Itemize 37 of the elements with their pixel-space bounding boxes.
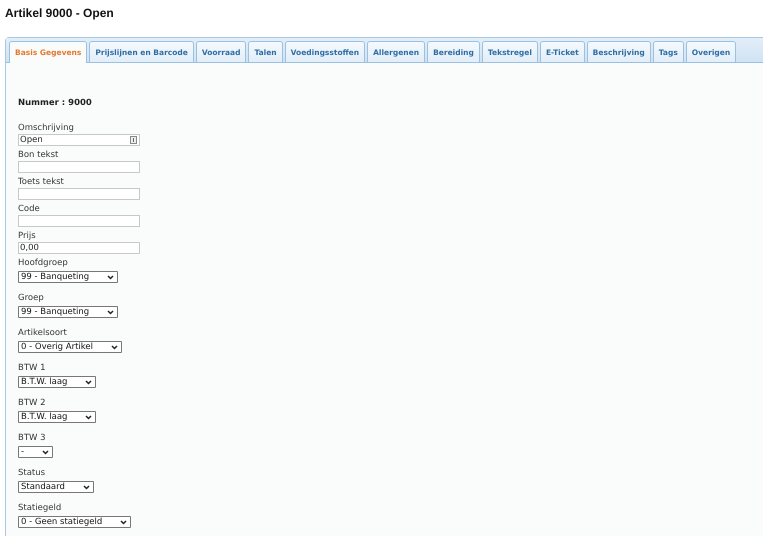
dropdown[interactable]: B.T.W. laag [18, 411, 96, 423]
field-label: Groep [18, 292, 45, 304]
dropdown[interactable]: 0 - Overig Artikel [18, 341, 122, 353]
field-label: Statiegeld [18, 502, 62, 514]
chevron-icon [82, 484, 90, 490]
dropdown[interactable]: 99 - Banqueting [18, 306, 118, 318]
input-field[interactable]: Open [18, 134, 140, 146]
chevron-icon [120, 520, 128, 524]
field-label: BTW 2 [18, 397, 47, 409]
chevron-icon [85, 414, 92, 420]
field-label: Omschrijving [18, 122, 75, 134]
field-icon[interactable] [130, 136, 137, 144]
dropdown[interactable]: B.T.W. laag [18, 376, 96, 388]
chevron-icon [85, 380, 92, 384]
dropdown[interactable]: - [18, 446, 54, 458]
chevron-icon [107, 310, 114, 314]
dropdown[interactable]: Standaard [18, 481, 94, 493]
chevron-icon [111, 344, 118, 350]
input-field[interactable]: 0,00 [18, 242, 140, 254]
field-label: Artikelsoort [18, 327, 68, 339]
chevron-icon [107, 274, 114, 280]
field-label: Bon tekst [18, 149, 60, 161]
dropdown[interactable]: 0 - Geen statiegeld [18, 516, 132, 528]
field-label: Code [18, 203, 41, 215]
input-field[interactable] [18, 215, 140, 227]
chevron-icon [42, 450, 50, 454]
input-field[interactable] [18, 188, 140, 200]
article-number: Nummer : 9000 [18, 98, 93, 108]
page-title: Artikel 9000 - Open [5, 6, 115, 20]
field-label: Toets tekst [18, 176, 65, 188]
dropdown[interactable]: 99 - Banqueting [18, 271, 118, 283]
input-field[interactable] [18, 161, 140, 173]
field-label: Status [18, 467, 46, 479]
field-label: BTW 1 [18, 362, 47, 374]
field-label: Prijs [18, 230, 37, 242]
field-label: BTW 3 [18, 432, 47, 444]
field-label: Hoofdgroep [18, 257, 69, 269]
